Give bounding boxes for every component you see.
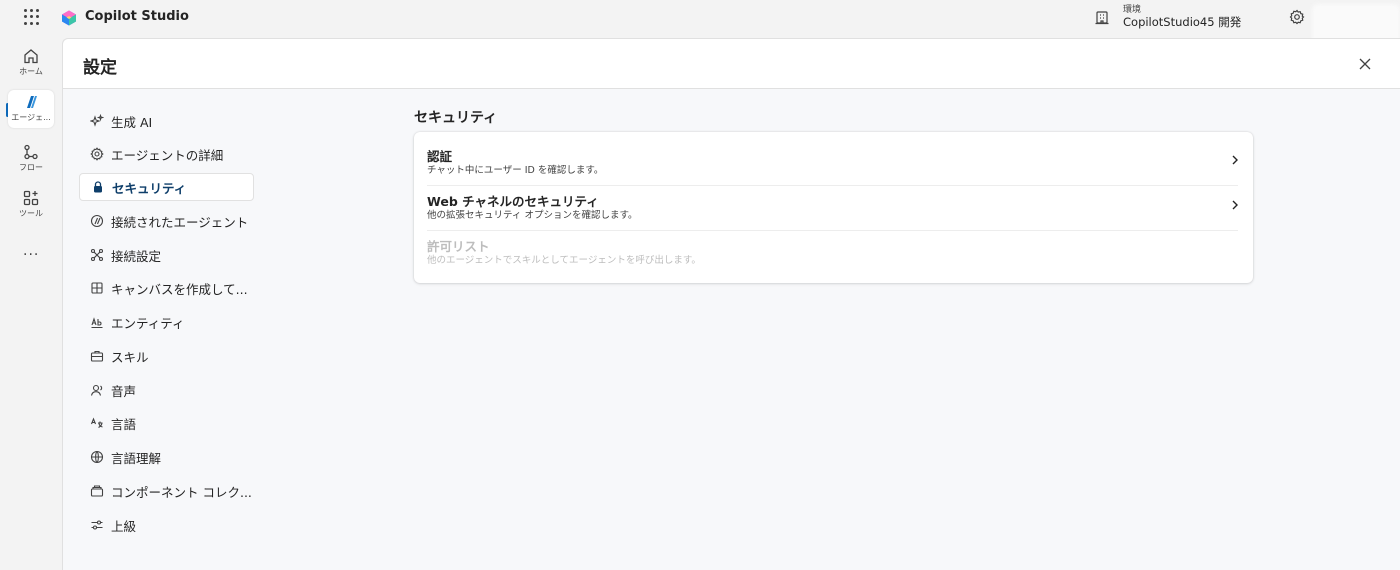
nav-label: 言語理解 [111, 450, 162, 466]
nav-label: 接続されたエージェント [111, 214, 249, 230]
nav-item-advanced[interactable]: 上級 [79, 511, 254, 539]
canvas-icon [91, 282, 103, 294]
close-icon[interactable] [1357, 56, 1373, 72]
nav-label: エージェントの詳細 [111, 147, 224, 163]
tools-icon [23, 190, 39, 206]
copilot-studio-logo [62, 10, 76, 26]
row-subtitle: チャット中にユーザー ID を確認します。 [427, 165, 604, 176]
language-icon [90, 417, 103, 428]
rail-label-agents: エージェ... [11, 113, 51, 122]
sparkle-icon [90, 114, 104, 127]
settings-panel: 設定 生成 AI エージェントの詳細 セキュリティ 接続されたエージェント 接続… [62, 38, 1400, 570]
lock-icon [94, 181, 102, 193]
agents-icon [27, 96, 37, 108]
nav-item-generative-ai[interactable]: 生成 AI [79, 107, 254, 135]
security-row-authentication[interactable]: 認証 チャット中にユーザー ID を確認します。 [427, 138, 1238, 183]
connected-agent-icon [90, 214, 104, 228]
row-subtitle: 他の拡張セキュリティ オプションを確認します。 [427, 210, 638, 221]
panel-header: 設定 [63, 39, 1400, 89]
sliders-icon [91, 520, 103, 530]
nav-label: キャンバスを作成して... [111, 281, 248, 297]
rail-item-agents[interactable]: エージェ... [8, 90, 54, 128]
nav-item-entities[interactable]: エンティティ [79, 308, 254, 336]
chevron-right-icon [1232, 155, 1238, 165]
nav-item-agent-details[interactable]: エージェントの詳細 [79, 140, 254, 168]
nav-item-connected-agents[interactable]: 接続されたエージェント [79, 207, 254, 235]
rail-item-flow[interactable]: フロー [8, 140, 54, 180]
nav-label: 言語 [111, 416, 137, 432]
security-row-web-channel[interactable]: Web チャネルのセキュリティ 他の拡張セキュリティ オプションを確認します。 [427, 183, 1238, 228]
nav-item-skills[interactable]: スキル [79, 342, 254, 370]
page-title: 設定 [83, 58, 117, 78]
environment-name[interactable]: CopilotStudio45 開発 [1123, 14, 1241, 30]
rail-item-tools[interactable]: ツール [8, 186, 54, 226]
section-title: セキュリティ [414, 110, 498, 126]
nav-item-language[interactable]: 言語 [79, 409, 254, 437]
nav-label: 生成 AI [111, 114, 153, 130]
environment-icon[interactable] [1094, 9, 1110, 25]
globe-icon [90, 450, 104, 464]
security-card: 認証 チャット中にユーザー ID を確認します。 Web チャネルのセキュリティ… [414, 132, 1253, 283]
rail-label-tools: ツール [19, 209, 43, 218]
flow-icon [24, 144, 38, 160]
nav-item-voice[interactable]: 音声 [79, 376, 254, 404]
nav-label: エンティティ [111, 315, 185, 331]
voice-icon [90, 384, 103, 396]
nav-label: 上級 [111, 518, 137, 534]
entity-icon [91, 317, 103, 329]
rail-item-home[interactable]: ホーム [8, 44, 54, 84]
left-rail: ホーム エージェ... フロー ツール ... [0, 37, 62, 570]
more-options-icon[interactable]: ... [23, 243, 39, 259]
rail-label-home: ホーム [19, 67, 43, 76]
home-icon [24, 49, 38, 64]
nav-label: スキル [111, 349, 149, 365]
gear-icon [90, 147, 104, 161]
briefcase-icon [90, 350, 104, 362]
collection-icon [90, 485, 104, 497]
nav-item-canvas[interactable]: キャンバスを作成して... [79, 274, 254, 302]
app-title: Copilot Studio [85, 9, 189, 24]
nav-item-security[interactable]: セキュリティ [79, 173, 254, 201]
top-bar: Copilot Studio 環境 CopilotStudio45 開発 [0, 0, 1400, 46]
settings-gear-icon[interactable] [1289, 9, 1305, 25]
security-row-allowlist: 許可リスト 他のエージェントでスキルとしてエージェントを呼び出します。 [427, 228, 1238, 273]
connection-icon [90, 248, 104, 262]
row-subtitle: 他のエージェントでスキルとしてエージェントを呼び出します。 [427, 255, 701, 266]
nav-item-language-understanding[interactable]: 言語理解 [79, 443, 254, 471]
app-launcher-icon[interactable] [24, 9, 40, 25]
nav-item-connection-settings[interactable]: 接続設定 [79, 241, 254, 269]
nav-label: セキュリティ [112, 180, 187, 196]
nav-label: 接続設定 [111, 248, 162, 264]
nav-label: 音声 [111, 383, 137, 399]
nav-item-component-collections[interactable]: コンポーネント コレク... [79, 477, 254, 505]
rail-label-flow: フロー [19, 163, 43, 172]
nav-label: コンポーネント コレク... [111, 484, 252, 500]
chevron-right-icon [1232, 200, 1238, 210]
